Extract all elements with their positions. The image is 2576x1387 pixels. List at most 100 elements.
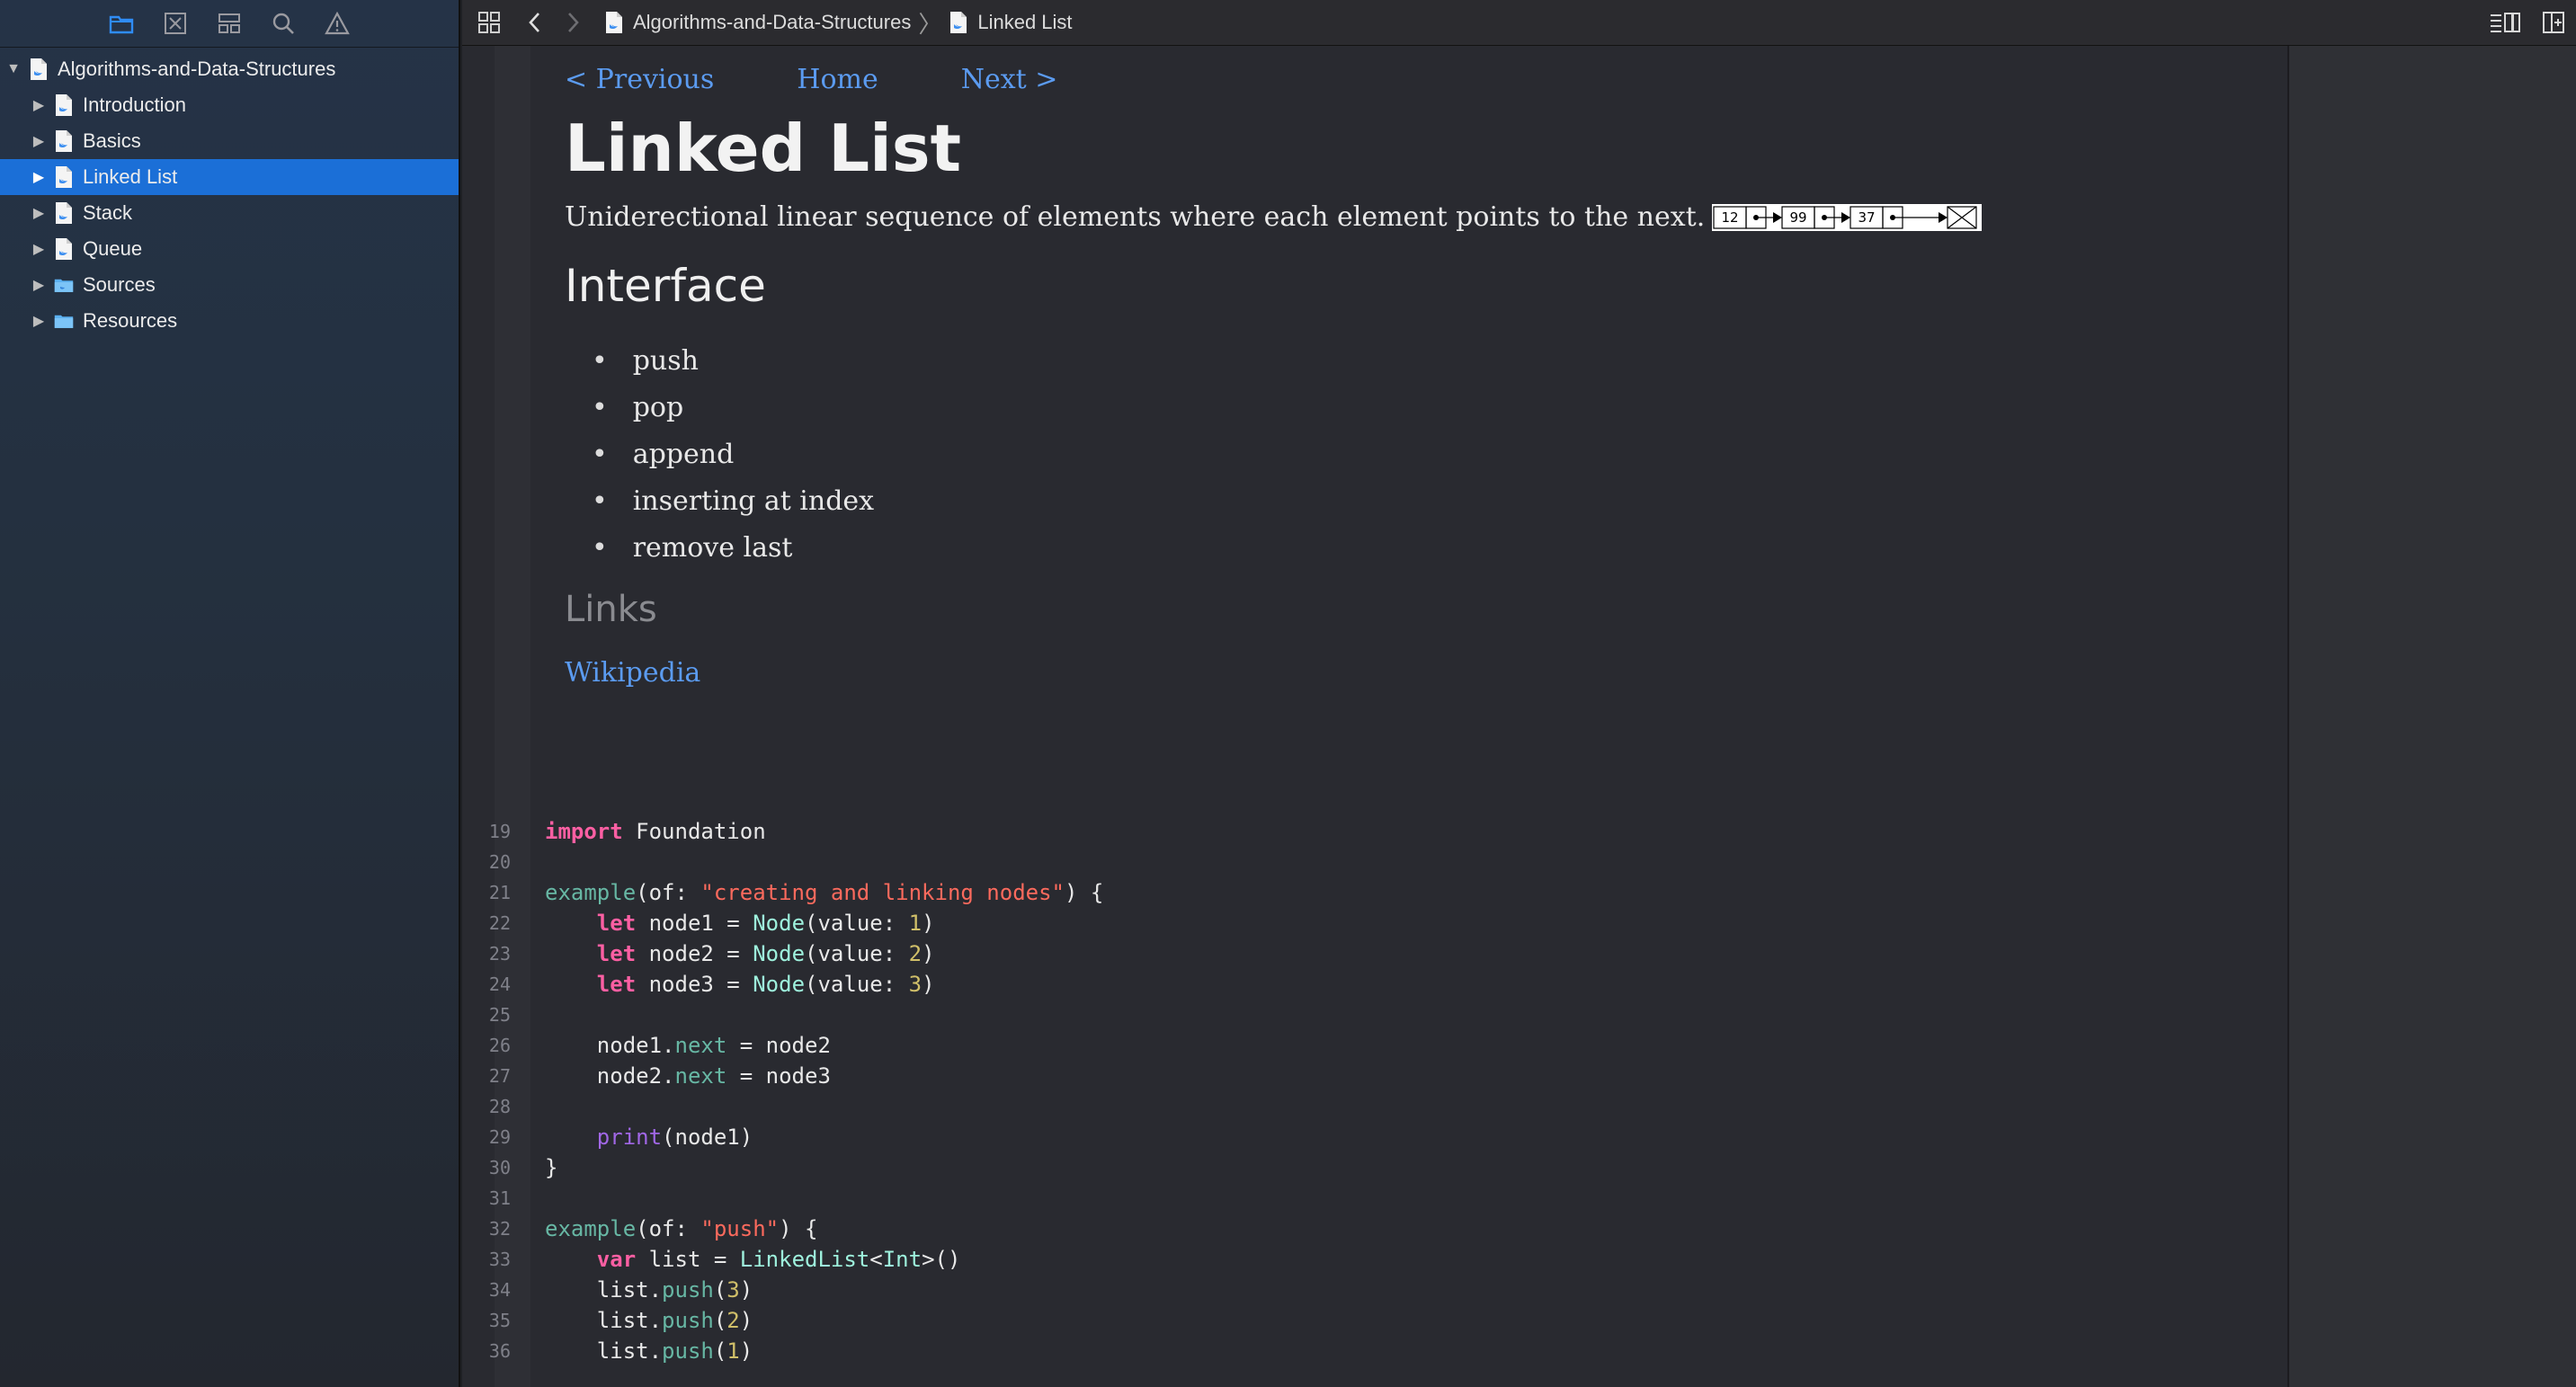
code-token: 1 (726, 1338, 740, 1364)
breadcrumb-item-page[interactable]: Linked List (977, 11, 1072, 34)
code-token: Foundation (636, 819, 766, 844)
code-token: push (662, 1338, 714, 1364)
page-navigation: < Previous Home Next > (565, 64, 2255, 95)
code-token: let (596, 972, 637, 997)
line-number: 26 (488, 1035, 511, 1056)
code-line: 24 let node3 = Node(value: 3) (462, 969, 2287, 1000)
previous-link[interactable]: < Previous (565, 64, 714, 95)
tree-item-queue[interactable]: ▶ Queue (0, 231, 459, 267)
line-number: 24 (488, 974, 511, 995)
disclosure-triangle-icon[interactable]: ▶ (29, 275, 49, 295)
code-token: ) (922, 941, 935, 966)
disclosure-triangle-icon[interactable]: ▶ (29, 167, 49, 187)
code-token: ) (739, 1277, 753, 1303)
disclosure-triangle-icon[interactable]: ▶ (29, 131, 49, 151)
code-token: ) (922, 972, 935, 997)
code-token: . (648, 1277, 663, 1303)
line-number: 22 (488, 912, 511, 934)
code-token: 3 (726, 1277, 740, 1303)
editor-options-icon[interactable] (2479, 0, 2531, 45)
code-line: 36 list.push(1) (462, 1336, 2287, 1366)
breadcrumb: Algorithms-and-Data-Structures 〉 Linked … (604, 6, 1073, 40)
code-token: . (648, 1308, 663, 1333)
code-line: 32 example(of: "push") { (462, 1214, 2287, 1244)
playground-file-icon (29, 58, 49, 81)
tree-item-label: Sources (83, 273, 156, 296)
description-paragraph: Uniderectional linear sequence of elemen… (565, 201, 2255, 233)
interface-heading: Interface (565, 260, 766, 312)
code-line: 35 list.push(2) (462, 1305, 2287, 1336)
folder-icon (54, 273, 74, 297)
tree-item-basics[interactable]: ▶ Basics (0, 123, 459, 159)
back-chevron-icon[interactable] (516, 0, 554, 45)
editor-area: < Previous Home Next > Linked List Unide… (462, 46, 2576, 1387)
code-token: push (662, 1308, 714, 1333)
code-line: 26 node1.next = node2 (462, 1030, 2287, 1061)
playground-page-icon (949, 11, 968, 34)
code-token: "creating and linking nodes" (700, 880, 1065, 905)
tree-item-label: Stack (83, 201, 133, 224)
code-token: < (869, 1247, 883, 1272)
code-line: 22 let node1 = Node(value: 1) (462, 908, 2287, 938)
tree-item-introduction[interactable]: ▶ Introduction (0, 87, 459, 123)
disclosure-triangle-icon[interactable]: ▶ (29, 239, 49, 259)
linked-list-diagram: 12 99 37 (1712, 203, 1983, 231)
code-token: ) (922, 911, 935, 936)
related-items-icon[interactable] (462, 0, 516, 45)
next-link[interactable]: Next > (961, 64, 1058, 95)
code-token: = (726, 1063, 766, 1089)
playground-page-icon (54, 129, 74, 153)
forward-chevron-icon[interactable] (554, 0, 592, 45)
code-token: example (545, 880, 637, 905)
code-token: 1 (908, 911, 923, 936)
disclosure-triangle-icon[interactable]: ▶ (29, 95, 49, 115)
code-editor[interactable]: 19 import Foundation 20 21 example(of: "cr… (462, 816, 2287, 1366)
symbol-navigator-icon[interactable] (212, 6, 246, 40)
line-number: 21 (488, 882, 511, 903)
code-token: print (596, 1125, 663, 1150)
disclosure-triangle-icon[interactable]: ▶ (29, 311, 49, 331)
tree-item-linked-list[interactable]: ▶ Linked List (0, 159, 459, 195)
code-token: 2 (726, 1308, 740, 1333)
code-line: 28 (462, 1091, 2287, 1122)
line-number: 28 (488, 1096, 511, 1117)
add-editor-icon[interactable] (2531, 0, 2576, 45)
source-control-icon[interactable] (158, 6, 192, 40)
code-token: let (596, 911, 637, 936)
code-line: 19 import Foundation (462, 816, 2287, 847)
code-token: 3 (908, 972, 923, 997)
warning-icon[interactable] (320, 6, 354, 40)
line-number: 25 (488, 1004, 511, 1026)
page-title: Linked List (565, 111, 962, 186)
description-text: Uniderectional linear sequence of elemen… (565, 201, 1706, 233)
line-number: 20 (488, 851, 511, 873)
tree-item-label: Basics (83, 129, 141, 152)
code-token: list (596, 1277, 649, 1303)
tree-item-sources[interactable]: ▶ Sources (0, 267, 459, 303)
wikipedia-link[interactable]: Wikipedia (565, 657, 2255, 689)
code-token: ) (739, 1338, 753, 1364)
code-token: import (545, 819, 623, 844)
search-icon[interactable] (266, 6, 300, 40)
code-token: node2 (765, 1033, 831, 1058)
code-line: 25 (462, 1000, 2287, 1030)
disclosure-triangle-open-icon[interactable]: ▼ (4, 59, 23, 79)
code-line: 27 node2.next = node3 (462, 1061, 2287, 1091)
tree-item-algorithms-and-data-structures[interactable]: ▼ Algorithms-and-Data-Structures (0, 51, 459, 87)
tree-item-stack[interactable]: ▶ Stack (0, 195, 459, 231)
rendered-markup: < Previous Home Next > Linked List Unide… (565, 64, 2255, 689)
tree-item-resources[interactable]: ▶ Resources (0, 303, 459, 339)
line-number: 32 (488, 1218, 511, 1240)
code-token: Node (753, 972, 806, 997)
code-line: 21 example(of: "creating and linking node… (462, 877, 2287, 908)
home-link[interactable]: Home (797, 64, 878, 95)
tree-item-label: Resources (83, 309, 178, 332)
code-token: LinkedList (739, 1247, 870, 1272)
line-number: 23 (488, 943, 511, 965)
disclosure-triangle-icon[interactable]: ▶ (29, 203, 49, 223)
code-token: node1 (648, 911, 714, 936)
folder-icon[interactable] (104, 6, 138, 40)
breadcrumb-item-playground[interactable]: Algorithms-and-Data-Structures (633, 11, 911, 34)
code-token: = (700, 1247, 740, 1272)
results-sidebar (2287, 46, 2576, 1387)
